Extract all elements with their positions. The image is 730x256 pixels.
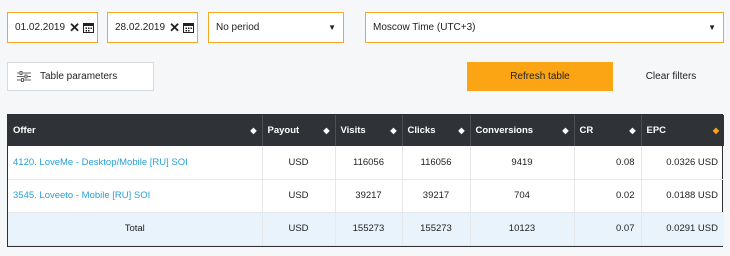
calendar-icon[interactable]	[182, 22, 194, 33]
col-header-cr[interactable]: CR ◆	[574, 115, 642, 146]
sort-icon[interactable]: ◆	[562, 126, 568, 135]
visits-cell: 155273	[335, 212, 403, 247]
table-header-row: Offer ◆ Payout ◆ Visits ◆ Clicks ◆ Conversio…	[8, 115, 724, 146]
caret-down-icon: ▼	[328, 23, 336, 32]
table-row: 4120. LoveMe - Desktop/Mobile [RU] SOI U…	[8, 146, 724, 180]
col-header-payout[interactable]: Payout ◆	[262, 115, 336, 146]
visits-cell: 39217	[335, 179, 403, 213]
epc-cell: 0.0188 USD	[641, 179, 724, 213]
total-row: Total USD 155273 155273 10123 0.07 0.029…	[8, 212, 724, 247]
offer-cell: 4120. LoveMe - Desktop/Mobile [RU] SOI	[8, 146, 263, 180]
payout-cell: USD	[262, 146, 336, 180]
cr-cell: 0.07	[574, 212, 642, 247]
period-value: No period	[216, 22, 260, 33]
col-header-label: EPC	[646, 125, 667, 136]
date-to-value: 28.02.2019	[115, 22, 166, 33]
caret-down-icon: ▼	[708, 23, 716, 32]
table-row: 3545. Loveeto - Mobile [RU] SOI USD 3921…	[8, 179, 724, 213]
col-header-conversions[interactable]: Conversions ◆	[470, 115, 575, 146]
table-parameters-button[interactable]: Table parameters	[7, 62, 154, 91]
sliders-icon	[17, 71, 31, 82]
clear-icon[interactable]: ✕	[69, 21, 80, 34]
clicks-cell: 116056	[402, 146, 471, 180]
epc-cell: 0.0326 USD	[641, 146, 724, 180]
total-label: Total	[8, 212, 263, 247]
clear-icon[interactable]: ✕	[169, 21, 180, 34]
col-header-label: CR	[579, 125, 594, 136]
stats-table: Offer ◆ Payout ◆ Visits ◆ Clicks ◆ Conversio…	[7, 114, 724, 247]
sort-icon[interactable]: ◆	[390, 126, 396, 135]
col-header-label: Conversions	[475, 125, 534, 136]
sort-icon[interactable]: ◆	[629, 126, 635, 135]
conversions-cell: 9419	[470, 146, 575, 180]
col-header-label: Payout	[267, 125, 300, 136]
clicks-cell: 39217	[402, 179, 471, 213]
sort-icon[interactable]: ◆	[250, 126, 256, 135]
timezone-select[interactable]: Moscow Time (UTC+3) ▼	[365, 12, 724, 43]
refresh-table-button[interactable]: Refresh table	[467, 62, 613, 91]
offer-link[interactable]: 3545. Loveeto - Mobile [RU] SOI	[13, 190, 150, 201]
date-from-value: 01.02.2019	[15, 22, 66, 33]
sort-icon[interactable]: ◆	[458, 126, 464, 135]
epc-cell: 0.0291 USD	[641, 212, 724, 247]
period-select[interactable]: No period ▼	[208, 12, 344, 43]
col-header-epc[interactable]: EPC ◆	[641, 115, 724, 146]
conversions-cell: 704	[470, 179, 575, 213]
col-header-clicks[interactable]: Clicks ◆	[402, 115, 471, 146]
offer-link[interactable]: 4120. LoveMe - Desktop/Mobile [RU] SOI	[13, 157, 188, 168]
calendar-icon[interactable]	[82, 22, 94, 33]
cr-cell: 0.02	[574, 179, 642, 213]
table-parameters-label: Table parameters	[40, 71, 118, 82]
col-header-offer[interactable]: Offer ◆	[8, 115, 263, 146]
sort-active-icon[interactable]: ◆	[713, 126, 719, 135]
offer-cell: 3545. Loveeto - Mobile [RU] SOI	[8, 179, 263, 213]
visits-cell: 116056	[335, 146, 403, 180]
col-header-visits[interactable]: Visits ◆	[335, 115, 403, 146]
date-from-field[interactable]: 01.02.2019 ✕	[7, 12, 98, 43]
clear-filters-button[interactable]: Clear filters	[628, 62, 714, 91]
col-header-label: Clicks	[407, 125, 436, 136]
conversions-cell: 10123	[470, 212, 575, 247]
payout-cell: USD	[262, 212, 336, 247]
clicks-cell: 155273	[402, 212, 471, 247]
timezone-value: Moscow Time (UTC+3)	[373, 22, 476, 33]
col-header-label: Visits	[340, 125, 366, 136]
sort-icon[interactable]: ◆	[323, 126, 329, 135]
date-to-field[interactable]: 28.02.2019 ✕	[107, 12, 198, 43]
col-header-label: Offer	[13, 125, 36, 136]
payout-cell: USD	[262, 179, 336, 213]
cr-cell: 0.08	[574, 146, 642, 180]
